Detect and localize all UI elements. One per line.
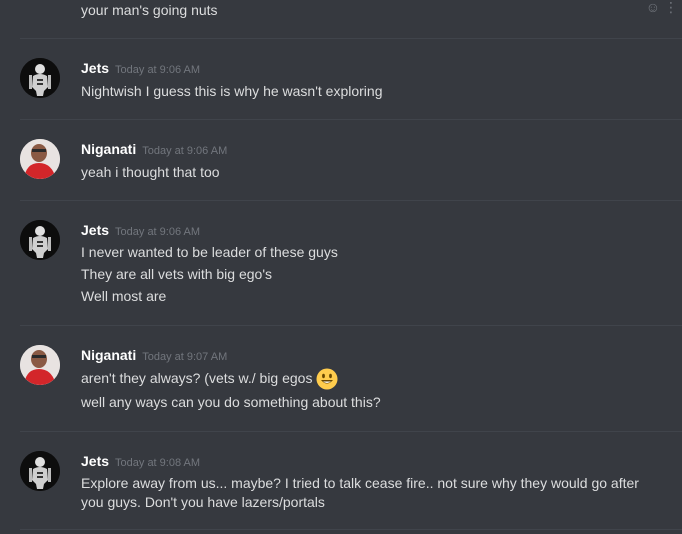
- message-divider: [20, 431, 682, 432]
- username[interactable]: Jets: [81, 60, 109, 76]
- message-header: Jets Today at 9:06 AM: [81, 220, 200, 240]
- smiley-emoji-icon[interactable]: [316, 368, 338, 390]
- skull-avatar-icon: [20, 220, 60, 260]
- message-text: you guys. Don't you have lazers/portals: [81, 494, 325, 510]
- username[interactable]: Niganati: [81, 141, 136, 157]
- message-text: well any ways can you do something about…: [81, 394, 381, 410]
- timestamp: Today at 9:06 AM: [115, 64, 201, 76]
- timestamp: Today at 9:06 AM: [142, 145, 228, 157]
- avatar[interactable]: [20, 345, 60, 385]
- message-text: Well most are: [81, 288, 167, 304]
- red-shirt-avatar-icon: [20, 345, 60, 385]
- red-shirt-avatar-icon: [20, 139, 60, 179]
- message-header: Niganati Today at 9:07 AM: [81, 345, 227, 365]
- message-divider: [20, 119, 682, 120]
- username[interactable]: Niganati: [81, 347, 136, 363]
- message-text: I never wanted to be leader of these guy…: [81, 244, 338, 260]
- message-text: yeah i thought that too: [81, 164, 220, 180]
- message-line: aren't they always? (vets w./ big egos: [81, 367, 661, 390]
- add-reaction-icon[interactable]: ☺: [646, 0, 660, 14]
- message-hover-toolbar: ☺ ⋮: [646, 0, 678, 14]
- message-divider: [20, 325, 682, 326]
- skull-avatar-icon: [20, 58, 60, 98]
- message-text: aren't they always? (vets w./ big egos: [81, 370, 313, 386]
- message-list: your man's going nuts ☺ ⋮ Jets Today at 9…: [0, 0, 682, 534]
- message-header: Niganati Today at 9:06 AM: [81, 139, 227, 159]
- message-text: Nightwish I guess this is why he wasn't …: [81, 83, 383, 99]
- timestamp: Today at 9:07 AM: [142, 351, 228, 363]
- username[interactable]: Jets: [81, 453, 109, 469]
- avatar[interactable]: [20, 58, 60, 98]
- message-header: Jets Today at 9:08 AM: [81, 451, 200, 471]
- avatar[interactable]: [20, 451, 60, 491]
- message-divider: [20, 200, 682, 201]
- message-text: They are all vets with big ego's: [81, 266, 272, 282]
- message-divider: [20, 38, 682, 39]
- skull-avatar-icon: [20, 451, 60, 491]
- more-options-icon[interactable]: ⋮: [664, 0, 678, 14]
- avatar[interactable]: [20, 220, 60, 260]
- timestamp: Today at 9:06 AM: [115, 226, 201, 238]
- timestamp: Today at 9:08 AM: [115, 457, 201, 469]
- message-text: your man's going nuts: [81, 2, 218, 18]
- message-header: Jets Today at 9:06 AM: [81, 58, 200, 78]
- avatar[interactable]: [20, 139, 60, 179]
- message-divider: [20, 529, 682, 530]
- username[interactable]: Jets: [81, 222, 109, 238]
